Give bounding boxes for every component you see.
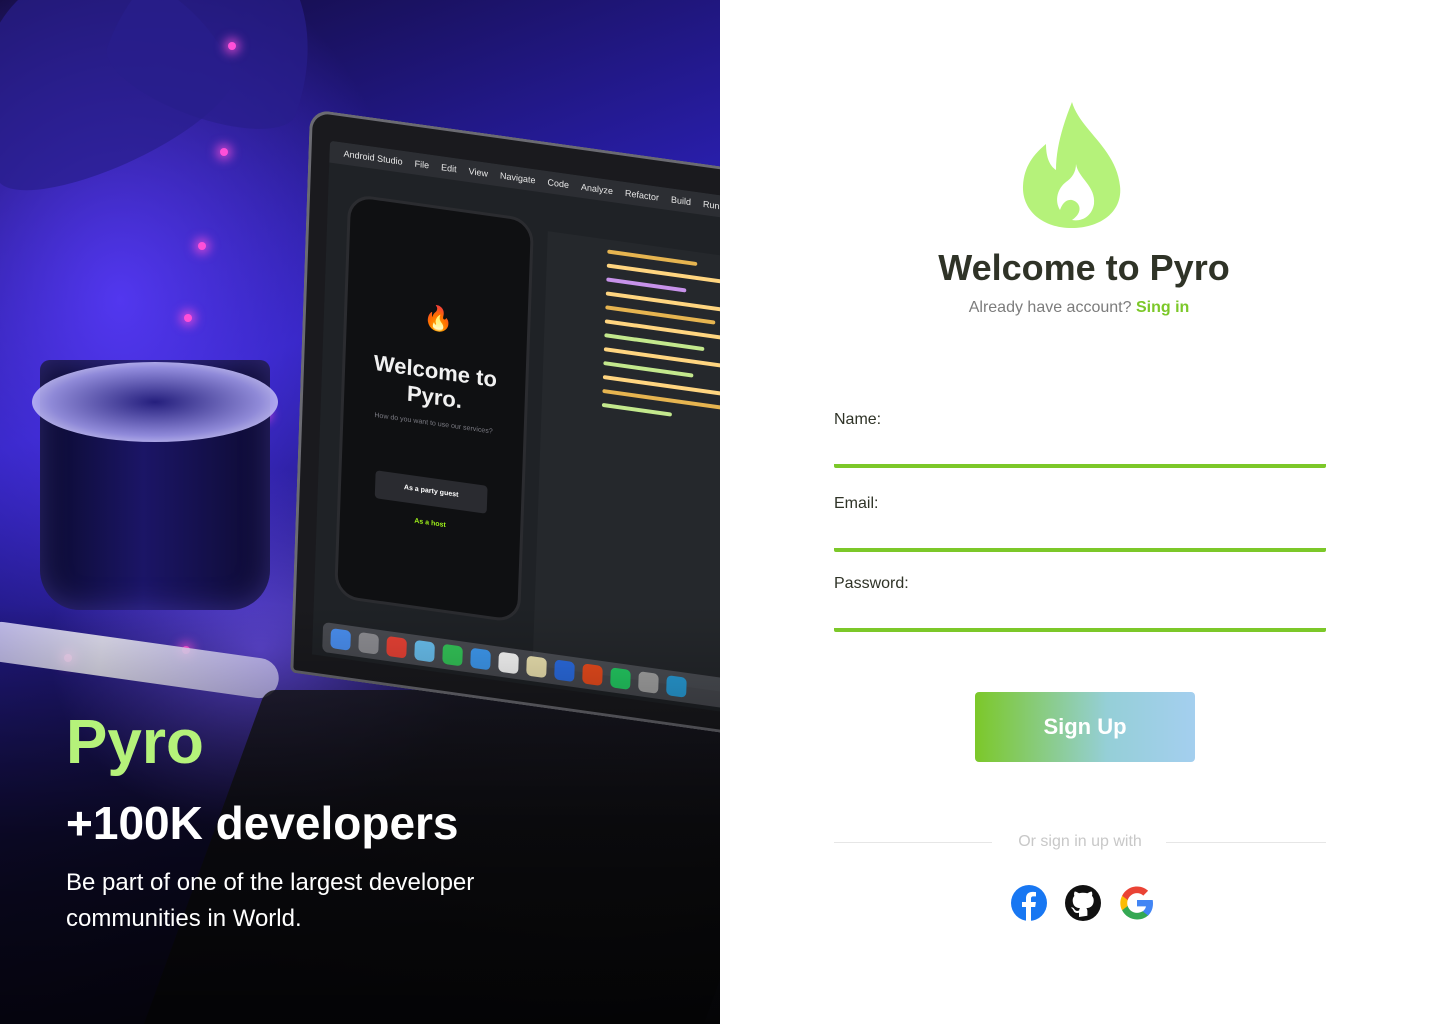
password-label: Password: (834, 575, 909, 592)
sign-up-button[interactable]: Sign Up (975, 692, 1195, 762)
code-line (603, 361, 694, 378)
github-icon[interactable] (1064, 884, 1102, 922)
facebook-icon[interactable] (1010, 884, 1048, 922)
code-line (601, 402, 672, 417)
menu-item: File (414, 158, 430, 171)
led-light (220, 148, 228, 156)
menu-item: Code (547, 177, 570, 191)
menu-item: Edit (440, 162, 457, 175)
menu-item: Run (702, 198, 720, 212)
hero-headline: +100K developers (66, 797, 459, 849)
menu-item: Android Studio (343, 148, 403, 167)
mug-rim (32, 362, 278, 442)
divider: Or sign in up with (834, 832, 1326, 852)
menu-item: Analyze (580, 181, 614, 197)
code-line (607, 249, 698, 267)
code-line (606, 277, 687, 293)
email-input[interactable] (834, 522, 1326, 552)
name-field: Name: (834, 410, 1326, 468)
hero-panel: Android Studio File Edit View Navigate C… (0, 0, 720, 1024)
menu-item: Navigate (499, 170, 536, 186)
email-field: Email: (834, 494, 1326, 552)
divider-line (1166, 842, 1326, 843)
flame-logo-icon (1022, 102, 1121, 228)
led-light (198, 242, 206, 250)
signup-panel: Welcome to Pyro Already have account? Si… (720, 0, 1440, 1024)
hero-tagline: Be part of one of the largest developer … (66, 869, 475, 932)
password-input[interactable] (834, 602, 1326, 632)
phone-link: As a host (414, 517, 446, 530)
signin-prompt: Already have account? Sing in (720, 298, 1438, 318)
led-light (184, 314, 192, 322)
password-field: Password: (834, 574, 1326, 632)
menu-item: Refactor (624, 187, 660, 203)
led-light (228, 42, 236, 50)
phone-mockup: 🔥 Welcome to Pyro. How do you want to us… (334, 193, 535, 624)
menu-item: Build (670, 194, 692, 208)
signin-link[interactable]: Sing in (1136, 299, 1189, 316)
flame-icon: 🔥 (422, 303, 454, 335)
name-label: Name: (834, 411, 882, 428)
hero-text: Pyro +100K developers Be part of one of … (66, 705, 506, 937)
page-title: Welcome to Pyro (938, 247, 1230, 288)
signin-prompt-text: Already have account? (968, 299, 1132, 316)
social-login (1010, 884, 1156, 922)
brand-name: Pyro (66, 708, 204, 777)
phone-title: Welcome to Pyro. (373, 349, 498, 414)
google-icon[interactable] (1118, 884, 1156, 922)
name-input[interactable] (834, 438, 1326, 468)
email-label: Email: (834, 495, 879, 512)
phone-button: As a party guest (374, 470, 488, 514)
menu-item: View (468, 166, 489, 179)
